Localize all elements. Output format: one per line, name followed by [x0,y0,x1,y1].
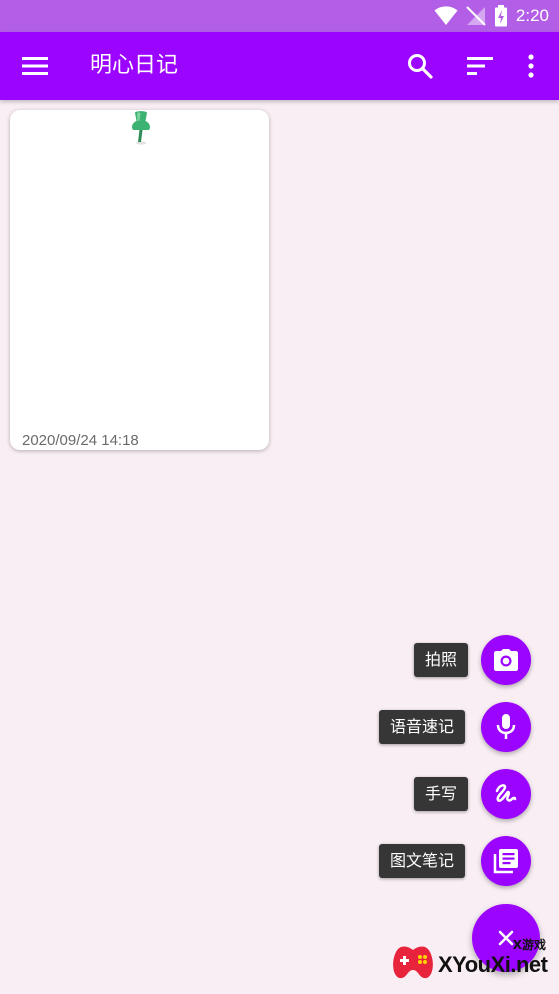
handwriting-icon [495,784,517,802]
search-icon [408,54,433,79]
handwriting-fab[interactable] [481,769,531,819]
fab-label-handwriting[interactable]: 手写 [414,777,469,811]
library-books-icon [493,849,518,874]
gamepad-logo-icon [393,946,433,979]
status-icons: 2:20 [434,4,549,28]
app-bar: 明心日记 [0,32,559,100]
more-options-button[interactable] [514,49,548,83]
watermark-text: XYouXi.net [438,952,548,977]
photo-fab[interactable] [481,635,531,685]
mic-icon [496,714,516,739]
search-button[interactable] [403,49,437,83]
sort-button[interactable] [463,49,497,83]
voice-fab[interactable] [481,702,531,752]
menu-button[interactable] [18,49,52,83]
fab-label-photo[interactable]: 拍照 [414,643,469,677]
wifi-icon [434,6,458,25]
signal-icon [466,6,486,26]
menu-icon [22,57,48,75]
fab-label-voice[interactable]: 语音速记 [379,710,466,744]
battery-icon [494,5,507,27]
watermark: X游戏 XYouXi.net [386,934,554,990]
pin-icon [132,111,150,145]
status-time: 2:20 [515,6,549,25]
page-title: 明心日记 [90,53,179,78]
note-fab[interactable] [481,836,531,886]
watermark-small-text: X游戏 [512,938,546,952]
more-vert-icon [528,54,534,78]
camera-icon [494,649,518,671]
fab-label-note[interactable]: 图文笔记 [379,844,466,878]
status-bar: 2:20 [0,0,559,32]
note-card[interactable]: 2020/09/24 14:18 [10,110,269,450]
sort-icon [467,57,493,75]
note-date: 2020/09/24 14:18 [22,432,139,449]
